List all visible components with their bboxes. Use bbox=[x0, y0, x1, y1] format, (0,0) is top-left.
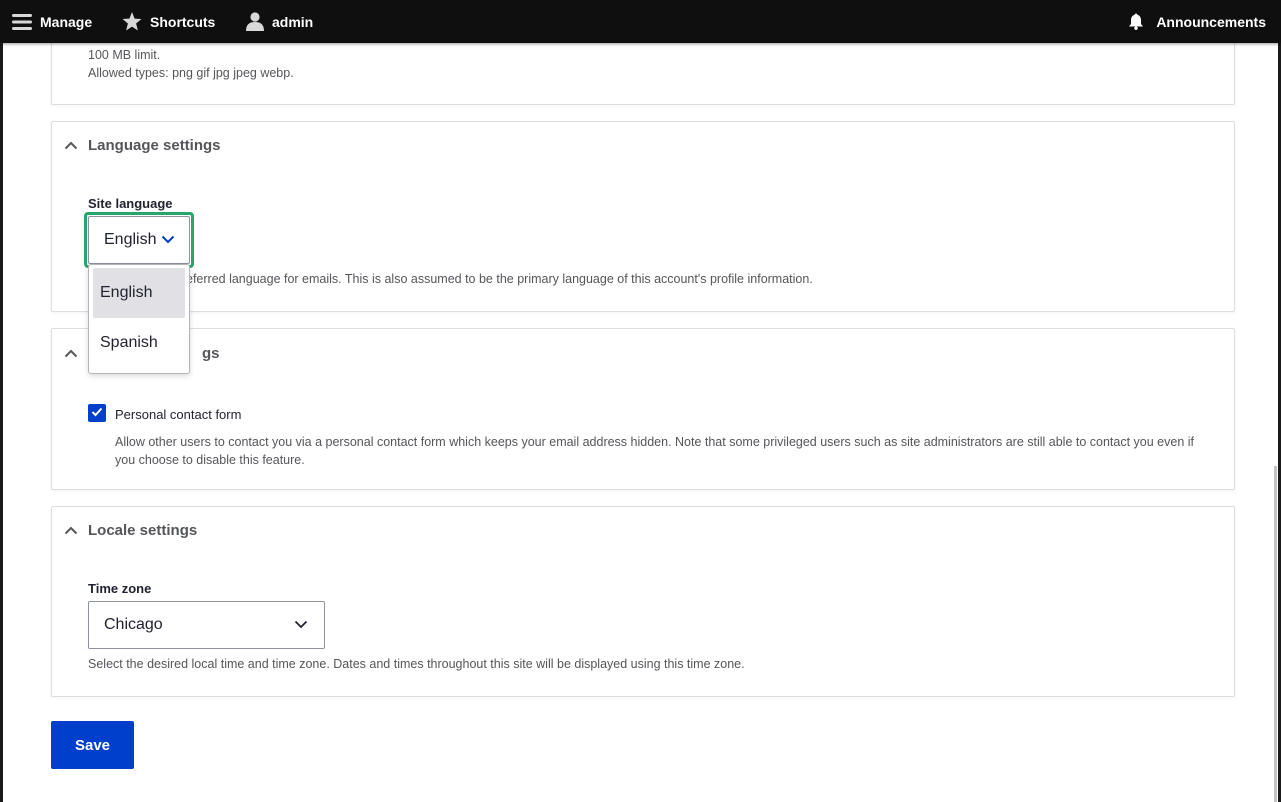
chevron-up-icon bbox=[64, 141, 78, 150]
language-option-spanish[interactable]: Spanish bbox=[93, 318, 185, 368]
chevron-up-icon bbox=[64, 349, 78, 358]
picture-allowed-types: Allowed types: png gif jpg jpeg webp. bbox=[88, 66, 294, 80]
contact-settings-card: gs Personal contact form Allow other use… bbox=[51, 328, 1235, 490]
save-button[interactable]: Save bbox=[51, 721, 134, 769]
announcements-button[interactable]: Announcements bbox=[1128, 0, 1266, 43]
time-zone-value: Chicago bbox=[104, 616, 163, 633]
star-icon bbox=[122, 12, 142, 31]
user-label: admin bbox=[272, 13, 314, 30]
locale-settings-summary[interactable]: Locale settings bbox=[64, 522, 197, 539]
chevron-down-icon bbox=[161, 231, 175, 249]
personal-contact-checkbox[interactable] bbox=[88, 404, 106, 422]
chevron-down-icon bbox=[294, 616, 308, 634]
language-settings-card: Language settings Site language eferred … bbox=[51, 121, 1235, 312]
manage-menu-button[interactable]: Manage bbox=[12, 0, 92, 43]
time-zone-description: Select the desired local time and time z… bbox=[88, 657, 745, 671]
chevron-up-icon bbox=[64, 526, 78, 535]
picture-size-limit: 100 MB limit. bbox=[88, 48, 161, 62]
user-menu-button[interactable]: admin bbox=[246, 0, 313, 43]
scrollbar-thumb[interactable] bbox=[1274, 466, 1277, 802]
site-language-dropdown: English Spanish bbox=[88, 264, 190, 374]
shortcuts-menu-button[interactable]: Shortcuts bbox=[122, 0, 215, 43]
option-label: Spanish bbox=[100, 334, 158, 351]
language-settings-title: Language settings bbox=[88, 137, 221, 154]
personal-contact-label[interactable]: Personal contact form bbox=[115, 407, 241, 422]
bell-icon bbox=[1128, 13, 1144, 30]
option-label: English bbox=[100, 284, 153, 301]
hamburger-icon bbox=[12, 13, 32, 31]
window-frame-left bbox=[0, 0, 3, 802]
locale-settings-card: Locale settings Time zone Chicago Select… bbox=[51, 506, 1235, 697]
site-language-value: English bbox=[104, 231, 157, 248]
shortcuts-label: Shortcuts bbox=[150, 13, 216, 30]
time-zone-label: Time zone bbox=[88, 581, 152, 596]
site-language-select[interactable]: English bbox=[88, 216, 190, 264]
checkmark-icon bbox=[91, 404, 103, 422]
site-language-label: Site language bbox=[88, 196, 173, 211]
language-option-english[interactable]: English bbox=[93, 268, 185, 318]
user-icon bbox=[246, 12, 264, 31]
time-zone-select[interactable]: Chicago bbox=[88, 601, 325, 649]
announcements-label: Announcements bbox=[1156, 13, 1266, 30]
language-settings-summary[interactable]: Language settings bbox=[64, 137, 221, 154]
manage-label: Manage bbox=[40, 13, 93, 30]
contact-settings-title: gs bbox=[202, 345, 220, 362]
locale-settings-title: Locale settings bbox=[88, 522, 198, 539]
personal-contact-description: Allow other users to contact you via a p… bbox=[115, 435, 1195, 467]
site-language-description: eferred language for emails. This is als… bbox=[186, 272, 813, 286]
admin-toolbar: Manage Shortcuts admin Announcements bbox=[0, 0, 1281, 43]
